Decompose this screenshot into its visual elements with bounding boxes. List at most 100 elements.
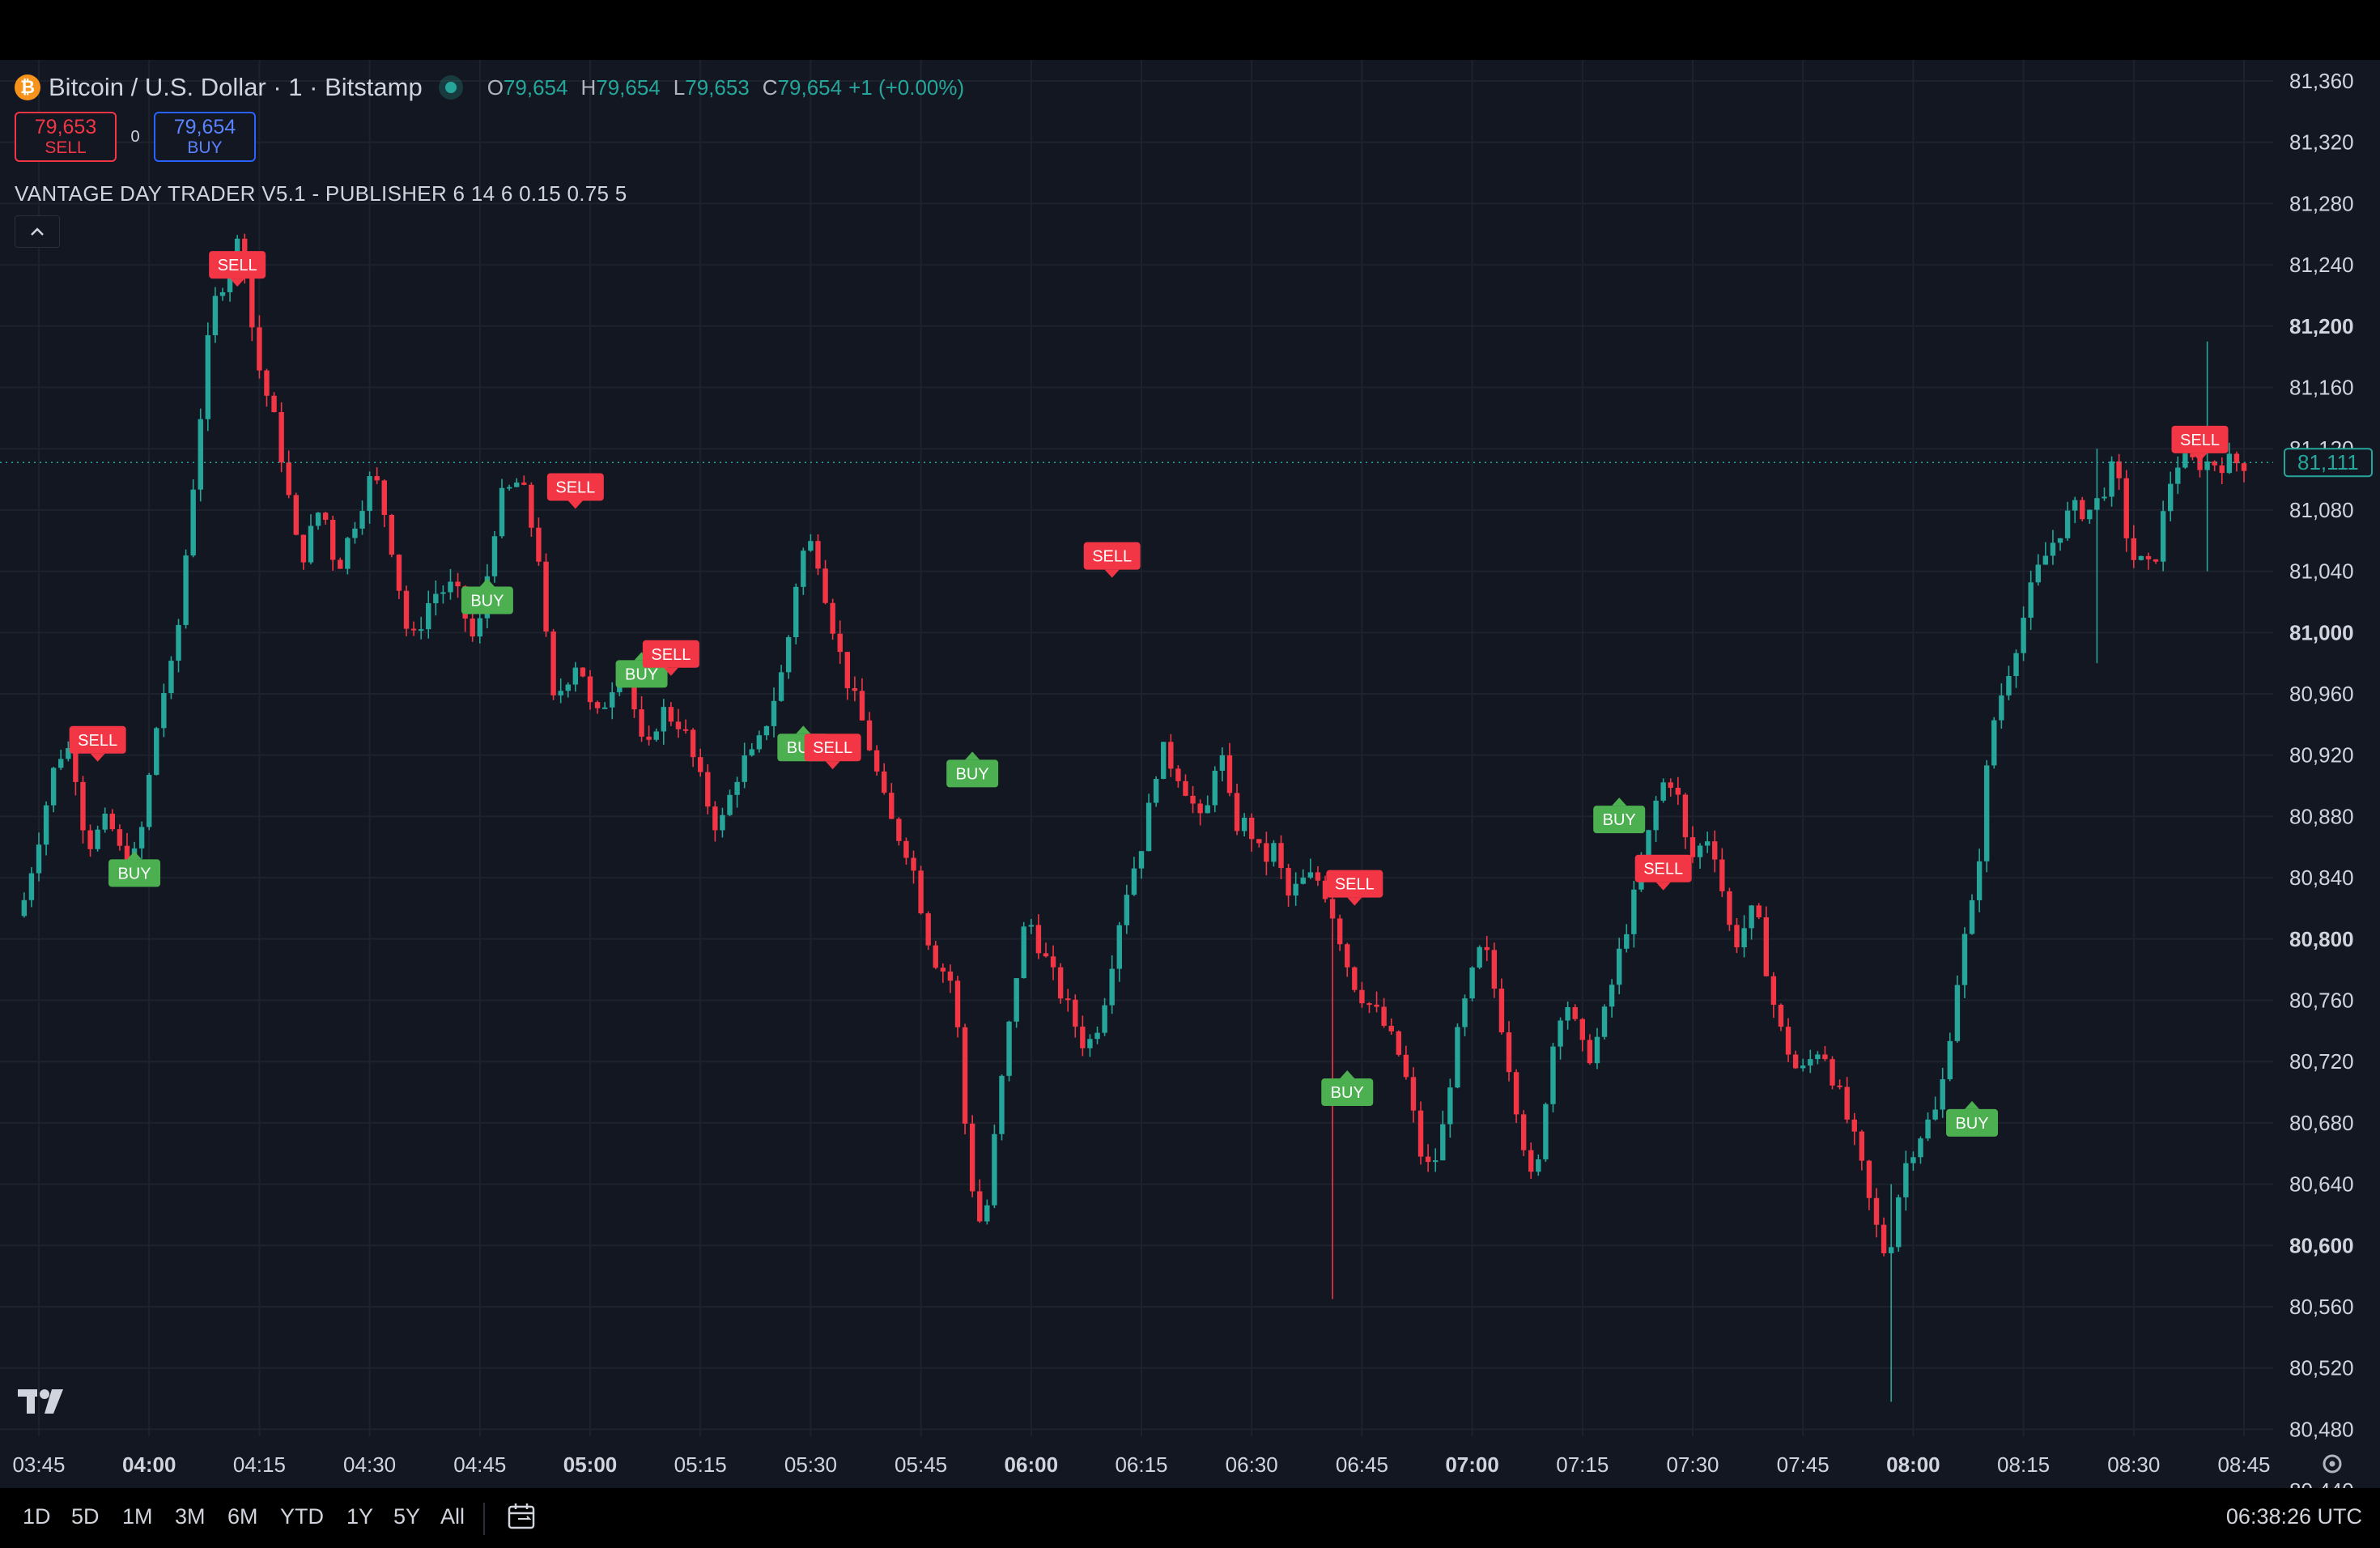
candle-body [2021, 617, 2026, 653]
range-6m-button[interactable]: 6M [227, 1504, 258, 1529]
range-5d-button[interactable]: 5D [71, 1504, 100, 1529]
candle [2021, 606, 2026, 661]
candle-body [87, 830, 93, 849]
signal-label: SELL [1092, 548, 1132, 566]
sell-signal-arrow [2192, 453, 2208, 461]
candle [682, 719, 689, 734]
candle [1417, 1101, 1424, 1165]
candle [698, 748, 703, 777]
candle [338, 557, 343, 569]
candle [198, 408, 203, 502]
candle [80, 776, 86, 844]
candle-body [2219, 465, 2225, 474]
candle [1506, 1021, 1512, 1082]
candle [418, 616, 424, 640]
candle [1808, 1049, 1813, 1074]
sell-button[interactable]: 79,653 SELL [15, 112, 117, 162]
candle [389, 513, 395, 558]
candle [999, 1074, 1005, 1141]
candle-body [1021, 926, 1026, 979]
candle-body [21, 899, 28, 916]
candle [455, 572, 461, 598]
candle-body [102, 813, 108, 830]
candle [785, 635, 792, 679]
candle-body [2233, 453, 2240, 464]
candle-body [198, 419, 203, 490]
candle-body [338, 559, 343, 569]
candle-body [2072, 500, 2078, 511]
candle-body [1469, 968, 1475, 999]
indicator-title[interactable]: VANTAGE DAY TRADER V5.1 - PUBLISHER 6 14… [15, 181, 627, 206]
candle [1719, 848, 1725, 898]
candle [2087, 509, 2093, 525]
symbol-legend[interactable]: ₿ Bitcoin / U.S. Dollar · 1 · Bitstamp O… [15, 71, 971, 104]
candle [1756, 903, 1762, 920]
price-chart[interactable]: SELL BUY SELL BUY SELL BUY SELL BUY SELL BUY SELL S… [0, 60, 2380, 1488]
buy-signal: BUY [1321, 1070, 1374, 1107]
candle [1006, 1020, 1012, 1082]
candle-body [1888, 1247, 1894, 1253]
candle-body [1925, 1119, 1931, 1139]
candle-body [1183, 780, 1188, 796]
trade-panel: 79,653 SELL 0 79,654 BUY [15, 112, 256, 162]
tradingview-logo-icon[interactable] [18, 1386, 70, 1418]
range-3m-button[interactable]: 3M [175, 1504, 206, 1529]
candle [1249, 813, 1255, 853]
time-axis-label: 06:45 [1336, 1452, 1388, 1477]
range-5y-button[interactable]: 5Y [393, 1504, 420, 1529]
candle-body [1918, 1138, 1923, 1158]
candle [984, 1199, 990, 1225]
clock-display[interactable]: 06:38:26 UTC [2226, 1504, 2362, 1529]
candle [1579, 1018, 1585, 1052]
candle [1999, 683, 2004, 729]
candle-body [984, 1205, 990, 1222]
candle [954, 976, 961, 1038]
candle [58, 749, 64, 771]
range-all-button[interactable]: All [440, 1504, 465, 1529]
time-axis[interactable]: 03:45 04:00 04:15 04:30 04:45 05:00 05:15 05:30… [12, 1452, 2270, 1477]
time-axis-label: 07:45 [1777, 1452, 1830, 1477]
candle-body [682, 729, 689, 731]
buy-signal: BUY [1946, 1100, 1999, 1137]
candle-body [1984, 765, 1990, 861]
candle [1550, 1042, 1556, 1112]
candle [109, 809, 115, 831]
market-status-icon[interactable] [438, 75, 463, 100]
candle-body [1094, 1032, 1100, 1040]
candle [300, 534, 307, 570]
candle-body [815, 541, 821, 569]
candle-body [734, 781, 740, 795]
candle-body [176, 624, 181, 661]
candle [2050, 529, 2056, 565]
buy-signal-arrow [796, 725, 811, 734]
range-1m-button[interactable]: 1M [122, 1504, 153, 1529]
candle-body [1359, 989, 1365, 1004]
range-1d-button[interactable]: 1D [23, 1504, 51, 1529]
candle-body [183, 555, 189, 625]
range-1y-button[interactable]: 1Y [346, 1504, 373, 1529]
candle [1653, 796, 1659, 842]
candle-body [1609, 985, 1615, 1007]
candle-body [749, 749, 754, 756]
collapse-legend-button[interactable] [15, 215, 60, 248]
candle-body [1307, 872, 1314, 878]
candle [1153, 776, 1159, 807]
range-ytd-button[interactable]: YTD [280, 1504, 324, 1529]
candle-body [1374, 1004, 1379, 1007]
buy-signal-arrow [1612, 797, 1627, 806]
price-axis-label: 81,240 [2289, 253, 2354, 277]
symbol-title[interactable]: Bitcoin / U.S. Dollar · 1 · Bitstamp [49, 73, 423, 102]
buy-button[interactable]: 79,654 BUY [154, 112, 256, 162]
candle-body [2042, 555, 2049, 565]
calendar-icon[interactable] [505, 1499, 539, 1533]
candle [734, 776, 740, 808]
candle [359, 500, 365, 535]
candle [278, 402, 284, 473]
candle-body [1241, 817, 1247, 831]
chart-area[interactable]: SELL BUY SELL BUY SELL BUY SELL BUY SELL BUY SELL S… [0, 60, 2380, 1488]
signal-label: BUY [1331, 1084, 1364, 1102]
price-axis-label: 80,920 [2289, 743, 2354, 768]
high-value: 79,654 [596, 74, 661, 100]
gear-icon[interactable] [2323, 1454, 2342, 1474]
candle [1873, 1188, 1880, 1238]
